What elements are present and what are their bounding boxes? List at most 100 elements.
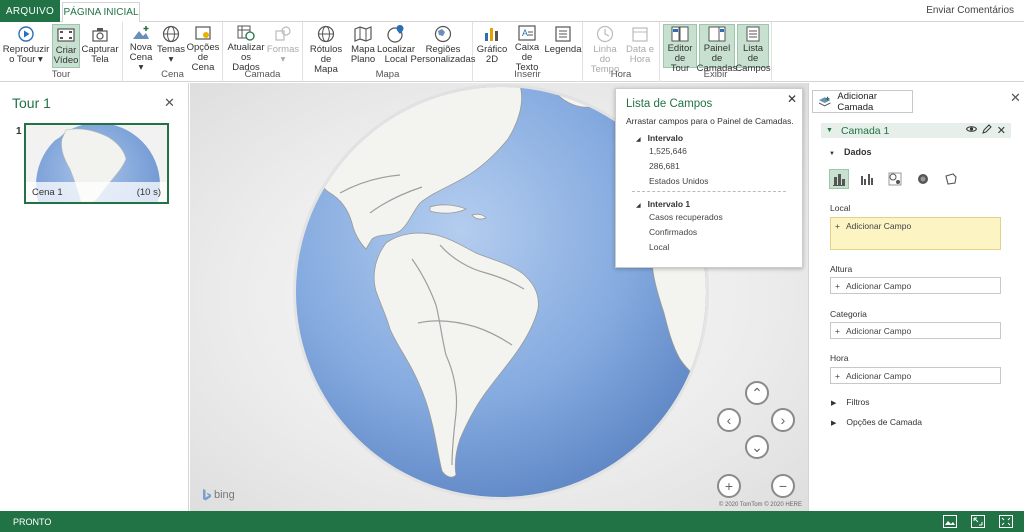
group-label-insert: Inserir	[514, 69, 541, 80]
add-layer-button[interactable]: Adicionar Camada	[812, 90, 913, 113]
field-list-panel: Lista de Campos ✕ Arrastar campos para o…	[615, 88, 803, 268]
new-scene-button[interactable]: Nova Cena ▾	[127, 24, 155, 73]
location-field-well[interactable]: + Adicionar Campo	[830, 217, 1001, 250]
height-field-well[interactable]: + Adicionar Campo	[830, 277, 1001, 294]
scene-name: Cena 1	[32, 186, 63, 198]
themes-button[interactable]: Temas ▾	[157, 24, 185, 68]
timeline-button[interactable]: Linha do Tempo	[587, 24, 623, 75]
plus-icon: +	[835, 221, 840, 231]
chevron-right-icon: ›	[780, 412, 786, 428]
field-group-intervalo[interactable]: ◢ Intervalo	[636, 133, 683, 143]
field-item[interactable]: 1,525,646	[649, 146, 687, 156]
tilt-down-button[interactable]: ⌄	[745, 435, 769, 459]
video-icon	[55, 25, 77, 45]
field-group-intervalo-1[interactable]: ◢ Intervalo 1	[636, 199, 690, 209]
layer-options-expander[interactable]: ▶ Opções de Camada	[831, 417, 922, 427]
collapse-triangle-icon[interactable]: ▼	[826, 127, 833, 134]
map-labels-icon	[315, 24, 337, 44]
tour-editor-button[interactable]: Editor de Tour	[663, 24, 697, 74]
data-section-header[interactable]: ▼ Dados	[829, 147, 871, 157]
stacked-column-icon[interactable]	[829, 169, 849, 189]
chart-2d-button[interactable]: Gráfico 2D	[477, 24, 507, 68]
add-field-label: Adicionar Campo	[845, 280, 912, 291]
close-icon[interactable]: ✕	[1010, 90, 1021, 106]
create-video-label-2: Vídeo	[53, 55, 79, 66]
data-section-title: Dados	[843, 147, 872, 157]
bing-text: bing	[214, 489, 235, 501]
date-time-button[interactable]: Data e Hora	[625, 24, 655, 68]
close-icon[interactable]: ✕	[164, 95, 175, 111]
play-tour-label-2: o Tour ▾	[9, 54, 43, 65]
region-icon[interactable]	[941, 169, 961, 189]
flat-map-label-2: Plano	[350, 54, 376, 65]
fullscreen-icon[interactable]	[971, 515, 985, 528]
map-labels-button[interactable]: Rótulos de Mapa	[305, 24, 347, 75]
find-location-label-2: Local	[384, 54, 408, 65]
tour-editor-pane: Tour 1 ✕ 1 Cena 1 (10 s)	[0, 83, 189, 511]
collapse-triangle-icon: ◢	[636, 137, 641, 143]
create-video-button[interactable]: Criar Vídeo	[52, 24, 80, 68]
map-copyright: © 2020 TomTom © 2020 HERE	[718, 502, 802, 508]
flat-map-button[interactable]: Mapa Plano	[350, 24, 376, 68]
shapes-button[interactable]: Formas ▾	[267, 24, 299, 68]
play-tour-button[interactable]: Reproduzir o Tour ▾	[3, 24, 49, 68]
tilt-up-button[interactable]: ⌃	[745, 381, 769, 405]
time-field-well[interactable]: + Adicionar Campo	[830, 367, 1001, 384]
shapes-label-2: ▾	[280, 54, 286, 65]
field-item[interactable]: Casos recuperados	[649, 212, 723, 222]
add-field-label: Adicionar Campo	[845, 221, 912, 231]
field-item[interactable]: 286,681	[649, 161, 680, 171]
group-tour: Reproduzir o Tour ▾ Criar Vídeo Capturar…	[0, 22, 123, 82]
field-item[interactable]: Estados Unidos	[649, 176, 709, 186]
expand-icon[interactable]	[999, 515, 1013, 528]
expand-triangle-icon: ▶	[831, 420, 837, 427]
pencil-icon[interactable]	[981, 124, 992, 137]
filters-expander[interactable]: ▶ Filtros	[831, 397, 870, 407]
custom-regions-button[interactable]: Regiões Personalizadas	[411, 24, 475, 68]
scene-thumbnail[interactable]: Cena 1 (10 s)	[24, 123, 169, 204]
play-tour-icon	[15, 24, 37, 44]
layer-header[interactable]: ▼ Camada 1 ✕	[821, 123, 1011, 138]
zoom-in-button[interactable]: +	[717, 474, 741, 498]
group-label-map: Mapa	[375, 69, 400, 80]
tab-home[interactable]: PÁGINA INICIAL	[62, 2, 140, 23]
send-feedback-link[interactable]: Enviar Comentários	[926, 5, 1014, 16]
rotate-left-button[interactable]: ‹	[717, 408, 741, 432]
tab-file[interactable]: ARQUIVO	[0, 0, 60, 22]
screenshot-icon[interactable]	[943, 515, 957, 528]
custom-regions-label-2: Personalizadas	[410, 54, 476, 65]
legend-icon	[552, 24, 574, 44]
capture-screen-button[interactable]: Capturar Tela	[82, 24, 118, 68]
tour-title: Tour 1	[12, 95, 51, 111]
field-list-divider	[632, 191, 786, 192]
group-label-scene: Cena	[161, 69, 184, 80]
themes-label-2: ▾	[168, 54, 174, 65]
clustered-column-icon[interactable]	[857, 169, 877, 189]
chart-2d-label-2: 2D	[485, 54, 499, 65]
heat-map-icon[interactable]	[913, 169, 933, 189]
collapse-triangle-icon: ▼	[829, 151, 835, 157]
rotate-right-button[interactable]: ›	[771, 408, 795, 432]
timeline-label-1: Linha do	[593, 44, 617, 65]
find-location-button[interactable]: Localizar Local	[377, 24, 415, 68]
category-field-well[interactable]: + Adicionar Campo	[830, 322, 1001, 339]
group-map: Rótulos de Mapa Mapa Plano Localizar Loc…	[303, 22, 475, 82]
zoom-out-button[interactable]: −	[771, 474, 795, 498]
camera-icon	[89, 24, 111, 44]
close-icon[interactable]: ✕	[787, 92, 797, 106]
group-insert: Gráfico 2D A Caixa de Texto Legenda Inse…	[473, 22, 583, 82]
legend-button[interactable]: Legenda	[545, 24, 582, 68]
field-list-button[interactable]: Lista de Campos	[735, 24, 771, 74]
chevron-left-icon: ‹	[726, 412, 732, 428]
field-item[interactable]: Confirmados	[649, 227, 697, 237]
refresh-data-button[interactable]: Atualizar os Dados	[227, 24, 265, 73]
delete-layer-icon[interactable]: ✕	[997, 124, 1006, 137]
bubble-icon[interactable]	[885, 169, 905, 189]
field-item[interactable]: Local	[649, 242, 669, 252]
status-text: PRONTO	[13, 516, 52, 527]
text-box-button[interactable]: A Caixa de Texto	[509, 24, 545, 73]
scene-options-button[interactable]: Opções de Cena	[187, 24, 219, 73]
group-label-view: Exibir	[703, 69, 728, 80]
eye-icon[interactable]	[965, 125, 977, 136]
layer-pane-button[interactable]: Painel de Camadas	[697, 24, 737, 74]
